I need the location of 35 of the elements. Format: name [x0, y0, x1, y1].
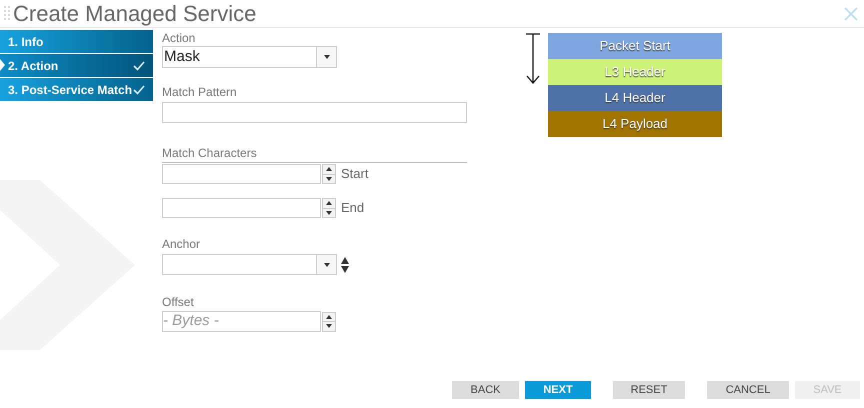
field-label: Anchor — [162, 237, 200, 251]
dropdown-button[interactable] — [316, 255, 336, 274]
action-button[interactable]: CANCEL — [707, 381, 789, 399]
action-button[interactable]: RESET — [613, 381, 685, 399]
offset-field[interactable]: - Bytes - — [162, 311, 321, 332]
dropdown-button[interactable] — [316, 47, 336, 67]
step-tab[interactable]: 1. Info — [0, 30, 153, 53]
action-button[interactable]: NEXT — [525, 381, 591, 399]
packet-layer: L4 Header — [548, 85, 722, 111]
packet-layer: Packet Start — [548, 33, 722, 59]
action-button[interactable]: BACK — [452, 381, 519, 399]
number-field[interactable] — [162, 164, 321, 184]
spinner-buttons[interactable] — [322, 312, 336, 332]
step-tab[interactable]: 3. Post-Service Match — [0, 78, 153, 101]
field-label: Match Characters — [162, 146, 257, 160]
checkmark-icon — [133, 84, 145, 94]
drag-handle-icon[interactable] — [4, 4, 10, 22]
field-label: Action — [162, 31, 196, 45]
step-tab[interactable]: 2. Action — [0, 54, 153, 77]
spinner-buttons[interactable] — [322, 198, 336, 218]
sort-icon[interactable] — [341, 256, 349, 272]
number-field[interactable] — [162, 198, 321, 218]
current-step-marker-icon — [0, 59, 5, 71]
spinner-buttons[interactable] — [322, 164, 336, 184]
packet-layer: L3 Header — [548, 59, 722, 85]
window-title: Create Managed Service — [13, 2, 256, 24]
field-label: Match Pattern — [162, 85, 237, 99]
action-dropdown[interactable]: Mask — [162, 46, 337, 68]
field-label: End — [341, 199, 364, 218]
down-arrow-icon — [524, 33, 542, 85]
checkmark-icon — [133, 60, 145, 70]
packet-layer: L4 Payload — [548, 111, 722, 137]
match-pattern-field[interactable] — [162, 102, 467, 123]
field-label: Offset — [162, 295, 194, 309]
field-label: Start — [341, 165, 368, 184]
